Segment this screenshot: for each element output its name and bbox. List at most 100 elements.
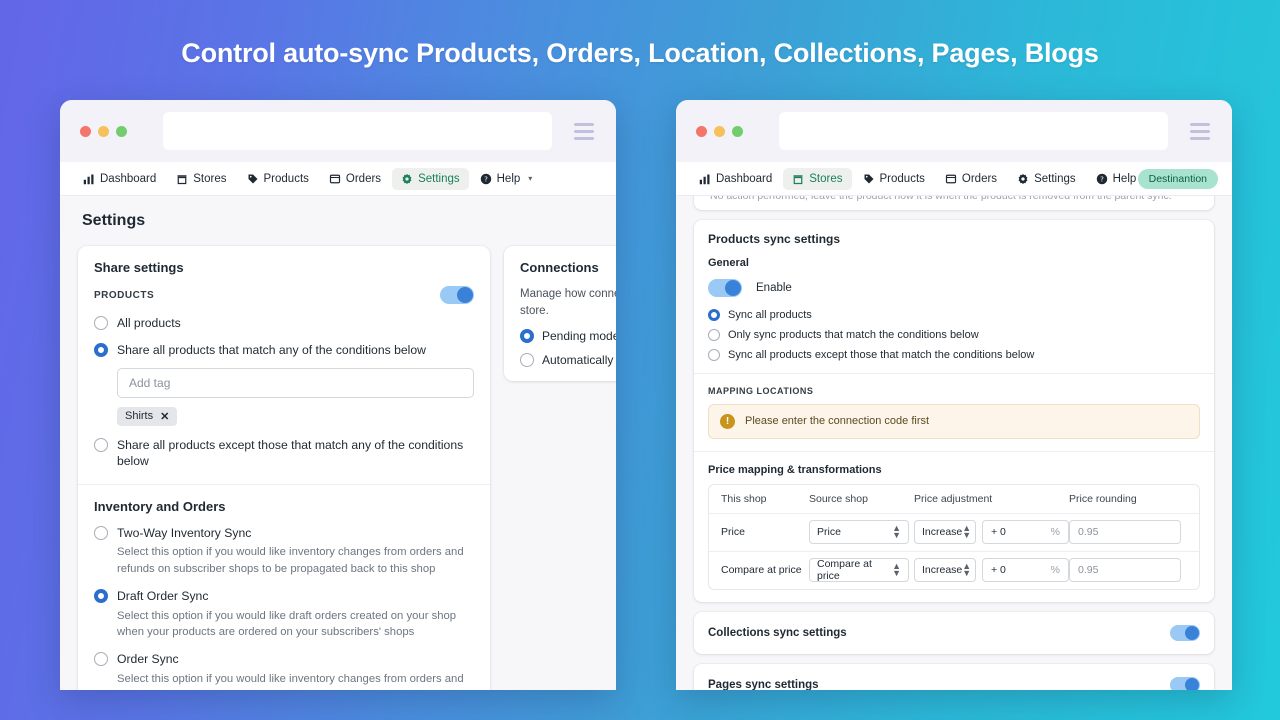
- warning-text: Please enter the connection code first: [745, 415, 930, 428]
- nav-label: Orders: [345, 172, 382, 185]
- pages-sync-toggle[interactable]: [1170, 676, 1200, 690]
- radio-icon[interactable]: [94, 525, 108, 540]
- nav-item-help[interactable]: ? Help ▾: [471, 168, 542, 190]
- chevron-down-icon: ▾: [528, 174, 533, 183]
- products-sync-heading: Products sync settings: [708, 231, 841, 246]
- general-label: General: [708, 256, 749, 269]
- tag-icon: [863, 173, 875, 185]
- share-settings-card: Share settings PRODUCTS All products Sha…: [78, 246, 490, 690]
- nav-label: Stores: [809, 172, 843, 185]
- minimize-window-icon[interactable]: [98, 125, 109, 137]
- nav-label: Dashboard: [716, 172, 773, 185]
- tag-chip-shirts: Shirts ✕: [117, 406, 178, 426]
- minimize-window-icon[interactable]: [714, 125, 725, 137]
- nav-item-products[interactable]: Products: [238, 168, 318, 190]
- table-row: Price Price ▲ ▼ Increase ▲ ▼ + 0 % 0.95: [709, 512, 1199, 551]
- sync-option-all-products[interactable]: Sync all products: [708, 308, 1200, 321]
- nav-label: Orders: [961, 172, 998, 185]
- radio-icon[interactable]: [708, 328, 720, 341]
- nav-item-dashboard[interactable]: Dashboard: [690, 168, 781, 190]
- inventory-option-order-sync[interactable]: Order Sync Select this option if you wou…: [94, 651, 474, 690]
- browser-titlebar-right: [676, 100, 1232, 162]
- radio-icon[interactable]: [520, 353, 534, 368]
- percent-unit: %: [1050, 526, 1060, 539]
- question-circle-icon: ?: [480, 173, 492, 185]
- source-shop-select[interactable]: Compare at price ▲ ▼: [809, 558, 909, 583]
- app-nav-right: Dashboard Stores Products Orders Setting…: [676, 162, 1232, 196]
- nav-item-stores[interactable]: Stores: [783, 167, 852, 190]
- menu-hamburger-icon-right[interactable]: [1190, 122, 1210, 140]
- price-rounding-input[interactable]: 0.95: [1069, 520, 1181, 545]
- products-share-toggle[interactable]: [440, 286, 474, 304]
- input-value: + 0: [991, 526, 1006, 539]
- collections-sync-settings-card[interactable]: Collections sync settings: [694, 611, 1214, 654]
- column-header-source-shop: Source shop: [809, 492, 868, 505]
- radio-icon[interactable]: [94, 437, 108, 452]
- connection-code-warning: ! Please enter the connection code first: [708, 403, 1200, 439]
- nav-item-products[interactable]: Products: [854, 168, 934, 190]
- stores-page-body: No action performed, leave the product h…: [676, 196, 1232, 690]
- radio-icon-selected[interactable]: [94, 589, 108, 604]
- nav-item-settings[interactable]: Settings: [392, 167, 469, 190]
- browser-window-right: Dashboard Stores Products Orders Setting…: [676, 100, 1232, 690]
- collections-sync-toggle[interactable]: [1170, 624, 1200, 641]
- radio-icon[interactable]: [94, 316, 108, 330]
- inventory-option-draft-order[interactable]: Draft Order Sync Select this option if y…: [94, 588, 474, 640]
- adjust-value-input[interactable]: + 0 %: [982, 558, 1069, 583]
- nav-item-dashboard[interactable]: Dashboard: [74, 168, 165, 190]
- nav-label: Help: [496, 172, 521, 185]
- option-label: Order Sync: [117, 652, 179, 667]
- menu-hamburger-icon-left[interactable]: [574, 122, 594, 140]
- products-sync-enable-toggle[interactable]: [708, 278, 742, 297]
- sync-option-match-conditions[interactable]: Only sync products that match the condit…: [708, 328, 1200, 341]
- maximize-window-icon[interactable]: [732, 125, 743, 137]
- nav-label: Products: [879, 172, 925, 185]
- bar-chart-icon: [699, 173, 711, 185]
- app-nav-left: Dashboard Stores Products Orders Setting…: [60, 162, 616, 196]
- nav-item-orders[interactable]: Orders: [320, 168, 390, 190]
- radio-icon-selected[interactable]: [94, 343, 108, 358]
- radio-icon[interactable]: [708, 348, 720, 361]
- add-tag-input[interactable]: Add tag: [117, 367, 474, 398]
- share-option-except-conditions[interactable]: Share all products except those that mat…: [94, 437, 474, 470]
- source-shop-select[interactable]: Price ▲ ▼: [809, 520, 909, 545]
- pages-sync-settings-card[interactable]: Pages sync settings: [694, 663, 1214, 690]
- table-row: Compare at price Compare at price ▲ ▼ Inc…: [709, 550, 1199, 589]
- nav-item-orders[interactable]: Orders: [936, 168, 1006, 190]
- adjust-type-select[interactable]: Increase ▲ ▼: [914, 520, 976, 545]
- share-option-match-conditions[interactable]: Share all products that match any of the…: [94, 342, 474, 358]
- option-help: Select this option if you would like inv…: [117, 672, 464, 690]
- option-label: Two-Way Inventory Sync: [117, 525, 252, 540]
- close-window-icon[interactable]: [696, 125, 707, 137]
- radio-icon-selected[interactable]: [708, 308, 720, 321]
- svg-text:?: ?: [484, 175, 488, 183]
- radio-icon[interactable]: [94, 652, 108, 667]
- adjust-type-select[interactable]: Increase ▲ ▼: [914, 558, 976, 583]
- share-settings-section: Share settings PRODUCTS All products Sha…: [78, 246, 490, 484]
- price-rounding-input[interactable]: 0.95: [1069, 558, 1181, 583]
- maximize-window-icon[interactable]: [116, 125, 127, 137]
- connections-card: Connections Manage how conne… this store…: [504, 246, 616, 382]
- products-eyebrow: PRODUCTS: [94, 289, 155, 301]
- pages-sync-label: Pages sync settings: [708, 678, 819, 690]
- connections-option-pending-mode[interactable]: Pending mode: [520, 328, 616, 344]
- sync-option-except-conditions[interactable]: Sync all products except those that matc…: [708, 348, 1200, 361]
- address-bar-left[interactable]: [163, 112, 552, 150]
- column-header-price-adjustment: Price adjustment: [914, 492, 993, 505]
- cell-this-shop: Price: [721, 526, 745, 539]
- share-option-all-products[interactable]: All products: [94, 315, 474, 331]
- option-label: Sync all products: [728, 308, 812, 321]
- nav-item-stores[interactable]: Stores: [167, 168, 235, 190]
- adjust-value-input[interactable]: + 0 %: [982, 520, 1069, 545]
- close-window-icon[interactable]: [80, 125, 91, 137]
- products-sync-general-section: Products sync settings General Enable Sy…: [694, 220, 1214, 373]
- remove-tag-icon[interactable]: ✕: [160, 410, 169, 423]
- radio-icon-selected[interactable]: [520, 329, 534, 344]
- inventory-orders-section: Inventory and Orders Two-Way Inventory S…: [78, 483, 490, 690]
- connections-option-automatically[interactable]: Automatically a…: [520, 352, 616, 368]
- nav-item-settings[interactable]: Settings: [1008, 168, 1085, 190]
- nav-label: Settings: [418, 172, 460, 185]
- connections-description: Manage how conne… this store.: [520, 288, 616, 317]
- address-bar-right[interactable]: [779, 112, 1168, 150]
- inventory-option-two-way[interactable]: Two-Way Inventory Sync Select this optio…: [94, 525, 474, 577]
